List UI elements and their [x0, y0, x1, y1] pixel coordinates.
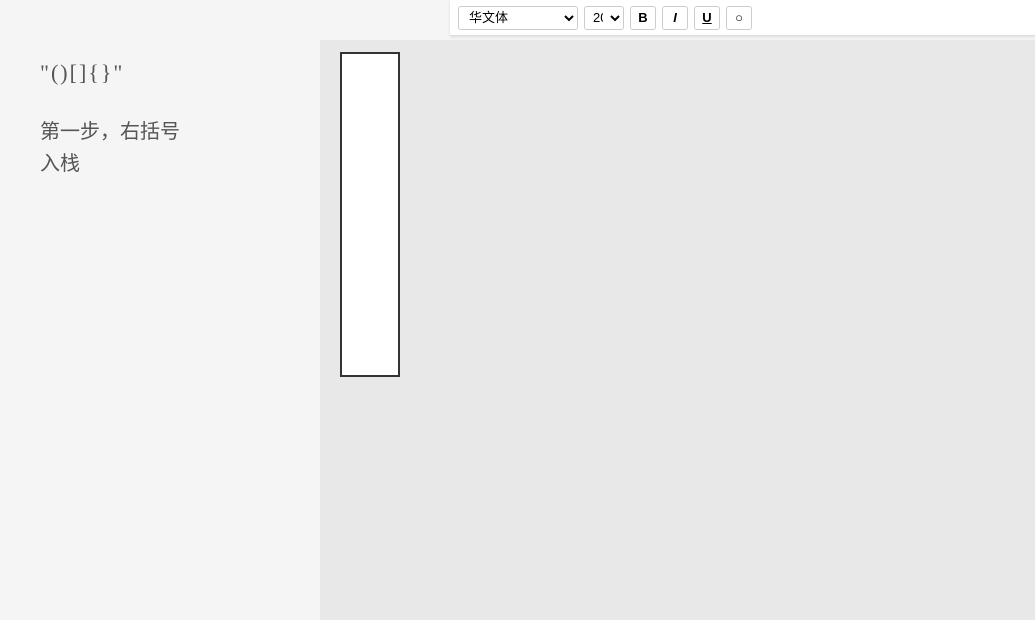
description-line1: 第一步，右括号	[40, 121, 180, 143]
symbols-text: "()[]{}"	[40, 60, 280, 86]
font-selector[interactable]: 华文体	[458, 6, 578, 30]
underline-button[interactable]: U	[694, 6, 720, 30]
description-line2: 入栈	[40, 153, 80, 175]
extra-button[interactable]: ○	[726, 6, 752, 30]
toolbar: 华文体 20 B I U ○	[450, 0, 1035, 36]
font-size-selector[interactable]: 20	[584, 6, 624, 30]
document-page	[340, 52, 400, 377]
canvas-area	[320, 40, 1035, 620]
left-panel: "()[]{}" 第一步，右括号 入栈	[0, 40, 320, 200]
bold-button[interactable]: B	[630, 6, 656, 30]
description-text: 第一步，右括号 入栈	[40, 116, 280, 180]
italic-button[interactable]: I	[662, 6, 688, 30]
